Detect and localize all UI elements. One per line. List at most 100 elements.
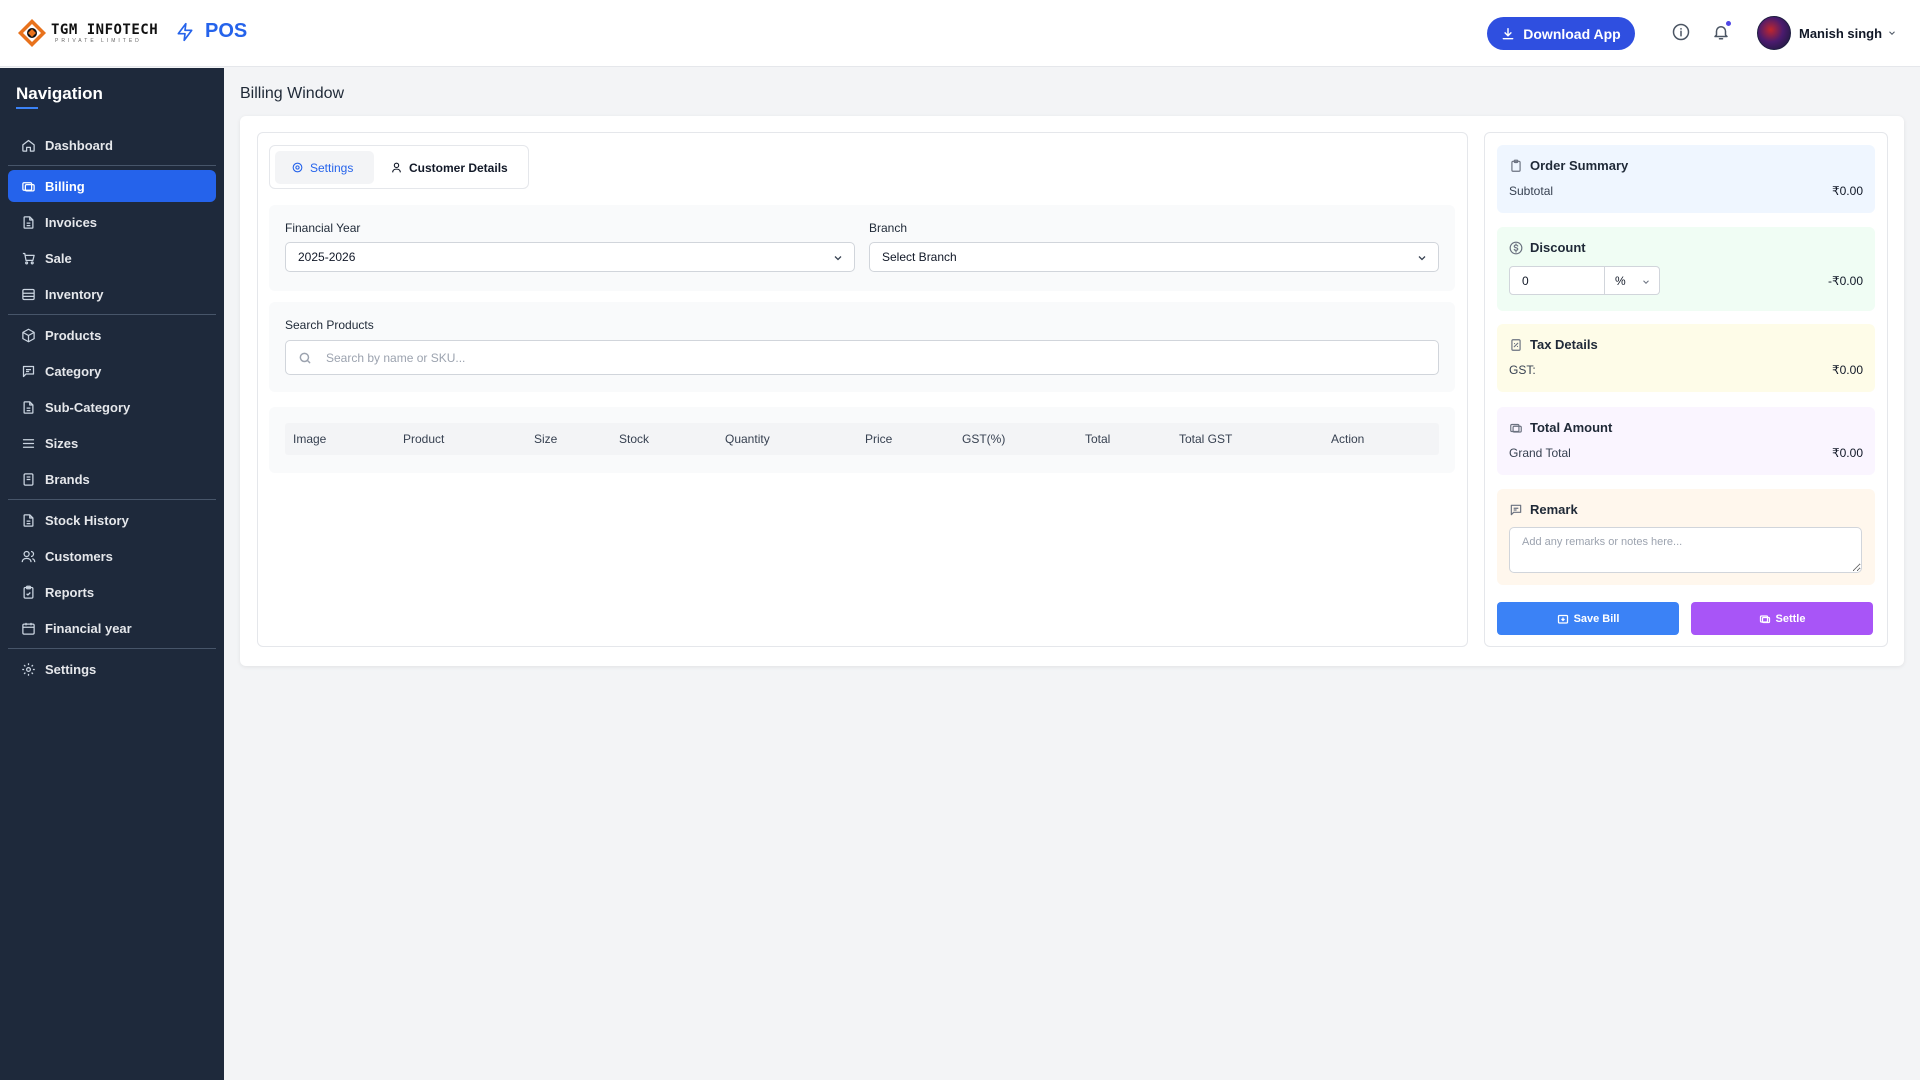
discount-input-value: 0 [1522,273,1529,288]
chevron-down-icon [1418,256,1426,261]
discount-type-select[interactable]: % [1605,266,1660,295]
gst-value: ₹0.00 [1832,363,1863,377]
category-icon [22,365,35,377]
sidebar-item-billing[interactable]: Billing [8,170,216,202]
logo-mark-icon [17,18,47,48]
total-amount-title: Total Amount [1530,420,1613,435]
sidebar-item-dashboard[interactable]: Dashboard [8,129,216,161]
sidebar-item-sizes[interactable]: Sizes [8,427,216,459]
sidebar-item-sale[interactable]: Sale [8,242,216,274]
tax-details-card: Tax Details GST: ₹0.00 [1497,324,1875,392]
column-header: Total GST [1179,432,1233,446]
search-input[interactable] [326,350,1326,365]
discount-title: Discount [1530,240,1586,255]
save-bill-label: Save Bill [1573,612,1620,625]
products-table: Image Product Size Stock Quantity Price … [269,407,1455,473]
tab-settings[interactable]: Settings [275,151,374,184]
settle-label: Settle [1775,612,1806,625]
cart-icon [22,252,35,264]
financial-year-label: Financial Year [285,221,361,235]
lightning-icon [177,22,193,41]
discount-card: Discount 0 % -₹0.00 [1497,227,1875,311]
notification-bell-icon[interactable] [1710,20,1732,43]
remark-textarea[interactable] [1509,527,1862,573]
download-app-label: Download App [1523,25,1621,42]
table-header: Image Product Size Stock Quantity Price … [285,423,1439,455]
notification-dot [1725,20,1732,27]
avatar [1757,16,1791,50]
sidebar-item-products[interactable]: Products [8,319,216,351]
sidebar-item-invoices[interactable]: Invoices [8,206,216,238]
sidebar-item-stock-history[interactable]: Stock History [8,504,216,536]
sidebar-item-label: Settings [45,661,97,677]
info-icon[interactable] [1670,21,1692,43]
order-summary-card: Order Summary Subtotal ₹0.00 [1497,145,1875,213]
branch-value: Select Branch [882,250,957,264]
sidebar-item-label: Reports [45,584,95,600]
subtotal-value: ₹0.00 [1832,184,1863,198]
financial-year-select[interactable]: 2025-2026 [285,242,855,272]
sidebar-item-financial-year[interactable]: Financial year [8,612,216,644]
column-header: Product [403,432,445,446]
sidebar-item-inventory[interactable]: Inventory [8,278,216,310]
download-app-button[interactable]: Download App [1487,17,1635,50]
calendar-icon [22,622,35,635]
remark-title: Remark [1530,502,1578,517]
sidebar-title-underline [16,107,38,109]
sidebar-divider [8,165,216,166]
sidebar-item-label: Products [45,327,102,343]
discount-value: -₹0.00 [1828,274,1863,288]
column-header: Size [534,432,558,446]
column-header: Quantity [725,432,770,446]
sidebar-item-label: Billing [45,178,85,194]
box-icon [22,328,35,342]
column-header: Stock [619,432,650,446]
sidebar-item-reports[interactable]: Reports [8,576,216,608]
total-amount-card: Total Amount Grand Total ₹0.00 [1497,407,1875,475]
gear-icon [292,162,303,173]
tab-customer-details[interactable]: Customer Details [390,151,508,184]
branch-label: Branch [869,221,908,235]
user-icon [392,162,401,173]
billing-icon [22,181,35,191]
billing-settings-section: Financial Year 2025-2026 Branch Select B… [269,205,1455,291]
list-icon [22,438,35,448]
search-products-label: Search Products [285,318,374,332]
page-title: Billing Window [240,85,345,102]
sidebar-item-label: Invoices [45,214,98,230]
sidebar-item-customers[interactable]: Customers [8,540,216,572]
sidebar-item-label: Financial year [45,620,132,636]
column-header: Total [1085,432,1111,446]
billing-icon [1759,614,1770,623]
save-bill-button[interactable]: Save Bill [1497,602,1679,635]
remark-card: Remark [1497,489,1875,585]
sidebar-item-sub-category[interactable]: Sub-Category [8,391,216,423]
search-field [285,340,1439,375]
receipt-icon [1511,338,1521,351]
chevron-down-icon [1889,31,1895,35]
discount-input[interactable]: 0 [1509,266,1605,295]
branch-select[interactable]: Select Branch [869,242,1439,272]
sidebar-item-category[interactable]: Category [8,355,216,387]
file-icon [23,513,34,527]
user-name: Manish singh [1799,25,1883,41]
gst-label: GST: [1509,363,1536,377]
user-menu[interactable]: Manish singh [1757,15,1897,51]
sidebar-divider [8,314,216,315]
grand-total-value: ₹0.00 [1832,446,1863,460]
company-logo[interactable]: TGM INFOTECH PRIVATE LIMITED [17,17,158,49]
search-section: Search Products [269,302,1455,392]
sidebar-item-settings[interactable]: Settings [8,653,216,685]
settle-button[interactable]: Settle [1691,602,1873,635]
column-header: Action [1331,432,1365,446]
discount-type-value: % [1615,273,1626,288]
sidebar-item-label: Sizes [45,435,79,451]
sidebar-item-brands[interactable]: Brands [8,463,216,495]
dollar-circle-icon [1509,241,1523,254]
sidebar-item-label: Sale [45,250,72,266]
comment-icon [1510,504,1522,515]
users-icon [21,550,36,562]
file-icon [23,215,34,229]
sidebar-item-label: Inventory [45,286,104,302]
sidebar: Navigation Dashboard Billing Invoices Sa… [0,68,224,1080]
